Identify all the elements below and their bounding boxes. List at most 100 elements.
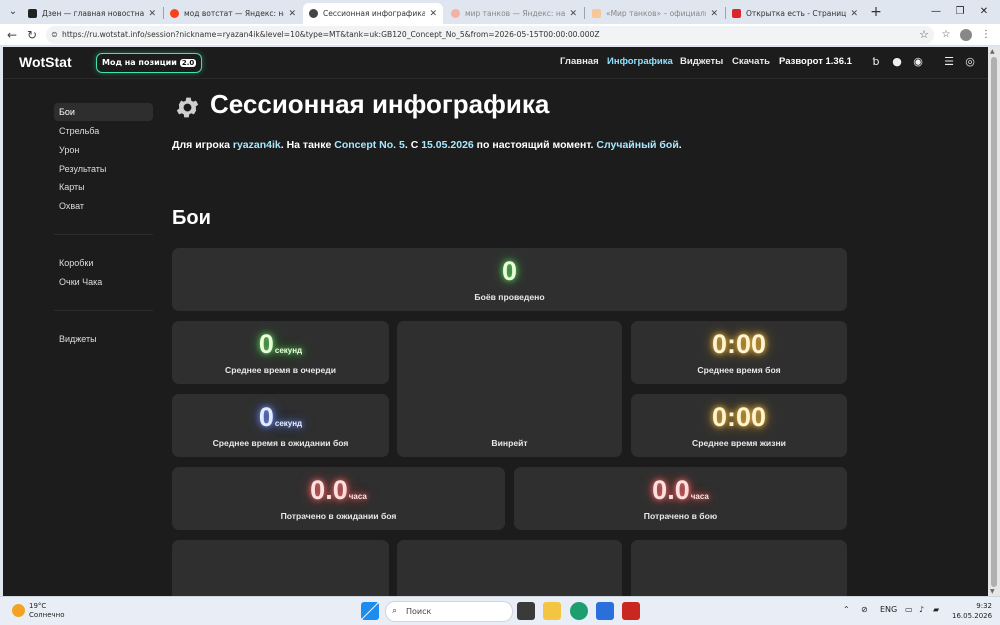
tab-yandex-tanks[interactable]: мир танков — Яндекс: нашёлся ✕ (445, 3, 583, 24)
battles-label: Боёв проведено (474, 292, 545, 302)
display-icon[interactable]: ▭ (905, 605, 913, 614)
weather-temp: 19°C (29, 602, 47, 610)
mod-badge[interactable]: Мод на позиции 2.0 (96, 53, 203, 73)
edge-icon[interactable] (570, 602, 588, 620)
reload-button[interactable]: ↻ (24, 27, 40, 43)
tab-yandex-mod[interactable]: мод вотстат — Яндекс: нашлось ✕ (164, 3, 302, 24)
back-button[interactable]: ← (4, 27, 20, 43)
nav-widgets[interactable]: Виджеты (680, 56, 723, 67)
nav-infographic[interactable]: Инфографика (607, 56, 673, 67)
windows-start-icon[interactable] (361, 602, 379, 620)
gear-icon (176, 97, 199, 118)
tab-title: мир танков — Яндекс: нашёлся (465, 9, 566, 18)
nav-download[interactable]: Скачать (732, 56, 770, 67)
tab-title: Сессионная инфографика (323, 9, 426, 18)
close-icon[interactable]: ✕ (710, 9, 718, 19)
life-time-value: 0:00 (711, 402, 767, 432)
sidebar-item-battles[interactable]: Бои (54, 103, 153, 121)
close-icon[interactable]: ✕ (429, 9, 437, 19)
tab-mir-tankov[interactable]: «Мир танков» – официальный са ✕ (586, 3, 724, 24)
site-info-icon[interactable]: ⊜ (51, 26, 58, 44)
tab-session-infographic[interactable]: Сессионная инфографика ✕ (303, 3, 443, 24)
sidebar-item-coverage[interactable]: Охват (54, 197, 153, 215)
favorites-icon[interactable]: ☆ (938, 27, 954, 43)
desc-text: . На танке (280, 139, 335, 151)
restore-button[interactable]: ❐ (950, 4, 970, 20)
site-logo[interactable]: WotStat (19, 54, 72, 70)
task-view-icon[interactable] (517, 602, 535, 620)
chevron-up-icon[interactable]: ⌃ (843, 605, 850, 614)
weather-widget[interactable]: 19°C Солнечно (29, 602, 65, 620)
store-icon[interactable] (596, 602, 614, 620)
sidebar-item-damage[interactable]: Урон (54, 141, 153, 159)
browser-tab-strip: ⌄ Дзен — главная новостная инф ✕ мод вот… (0, 0, 1000, 24)
date-link[interactable]: 15.05.2026 (421, 139, 474, 151)
tank-link[interactable]: Concept No. 5 (334, 139, 405, 151)
database-icon[interactable]: ☰ (942, 55, 956, 69)
desc-text: . (678, 139, 682, 151)
scrollbar-thumb[interactable] (991, 57, 997, 587)
tanks-icon (592, 9, 601, 18)
profile-avatar[interactable] (958, 27, 974, 43)
player-link[interactable]: ryazan4ik (233, 139, 281, 151)
tab-menu-icon[interactable]: ⌄ (6, 6, 20, 20)
tab-dzen[interactable]: Дзен — главная новостная инф ✕ (22, 3, 162, 24)
sidebar-item-results[interactable]: Результаты (54, 160, 153, 178)
close-icon[interactable]: ✕ (148, 9, 156, 19)
more-menu-icon[interactable]: ⋮ (978, 27, 994, 43)
tab-title: «Мир танков» – официальный са (606, 9, 706, 18)
sidebar-divider (54, 310, 153, 311)
nav-home[interactable]: Главная (560, 56, 599, 67)
address-bar[interactable]: ⊜ https://ru.wotstat.info/session?nickna… (46, 26, 934, 44)
sidebar-item-shooting[interactable]: Стрельба (54, 122, 153, 140)
taskbar-search[interactable]: ⌕ Поиск (385, 601, 513, 622)
spent-wait-value: 0.0 (310, 475, 348, 505)
minimize-button[interactable]: — (926, 4, 946, 20)
new-tab-button[interactable]: + (868, 4, 884, 20)
close-window-button[interactable]: ✕ (974, 4, 994, 20)
battle-mode-link[interactable]: Случайный бой (596, 139, 678, 151)
sidebar-item-widgets[interactable]: Виджеты (54, 330, 153, 348)
battle-time-value: 0:00 (711, 329, 767, 359)
game-center-icon[interactable] (622, 602, 640, 620)
card-life-time: 0:00 Среднее время жизни (631, 394, 847, 457)
nav-release[interactable]: Разворот 1.36.1 (779, 56, 852, 67)
tab-postcard[interactable]: Открытка есть - Страница 1458 ✕ (726, 3, 864, 24)
page-scrollbar[interactable]: ▲ ▼ (988, 47, 1000, 596)
sun-icon[interactable] (12, 604, 25, 617)
card-spent-battle: 0.0часа Потрачено в бою (514, 467, 847, 530)
weather-condition: Солнечно (29, 611, 65, 619)
patreon-icon[interactable]: ● (890, 55, 904, 69)
card-winrate: Винрейт (397, 321, 622, 457)
card-queue-time: 0секунд Среднее время в очереди (172, 321, 389, 384)
mod-version: 2.0 (179, 59, 197, 67)
language-indicator[interactable]: ENG (880, 605, 897, 614)
bookmark-star-icon[interactable]: ☆ (916, 27, 932, 43)
scroll-up-icon[interactable]: ▲ (990, 48, 995, 55)
browser-toolbar: ← ↻ ⊜ https://ru.wotstat.info/session?ni… (0, 24, 1000, 46)
session-description: Для игрока ryazan4ik. На танке Concept N… (172, 139, 682, 151)
scroll-down-icon[interactable]: ▼ (990, 588, 995, 595)
spent-battle-value: 0.0 (652, 475, 690, 505)
close-icon[interactable]: ✕ (288, 9, 296, 19)
dzen-icon (28, 9, 37, 18)
windows-taskbar: 19°C Солнечно ⌕ Поиск ⌃ ⊘ ENG ▭ ♪ ▰ 9:32… (0, 596, 1000, 625)
queue-unit: секунд (274, 346, 303, 355)
network-off-icon[interactable]: ⊘ (861, 605, 868, 614)
boosty-icon[interactable]: ƅ (869, 55, 883, 69)
sidebar-item-chuck-points[interactable]: Очки Чака (54, 273, 153, 291)
system-clock[interactable]: 9:32 16.05.2026 (952, 601, 992, 621)
close-icon[interactable]: ✕ (850, 9, 858, 19)
card-empty (172, 540, 389, 596)
close-icon[interactable]: ✕ (569, 9, 577, 19)
queue-value: 0 (258, 329, 274, 359)
discord-icon[interactable]: ◉ (911, 55, 925, 69)
speaker-icon[interactable]: ♪ (919, 605, 924, 614)
sidebar-item-boxes[interactable]: Коробки (54, 254, 153, 272)
mod-badge-label: Мод на позиции (102, 58, 177, 67)
sidebar-item-maps[interactable]: Карты (54, 178, 153, 196)
github-icon[interactable]: ◎ (963, 55, 977, 69)
file-explorer-icon[interactable] (543, 602, 561, 620)
page-viewport: WotStat Мод на позиции 2.0 Главная Инфогр… (3, 47, 988, 596)
battery-icon[interactable]: ▰ (933, 605, 939, 614)
